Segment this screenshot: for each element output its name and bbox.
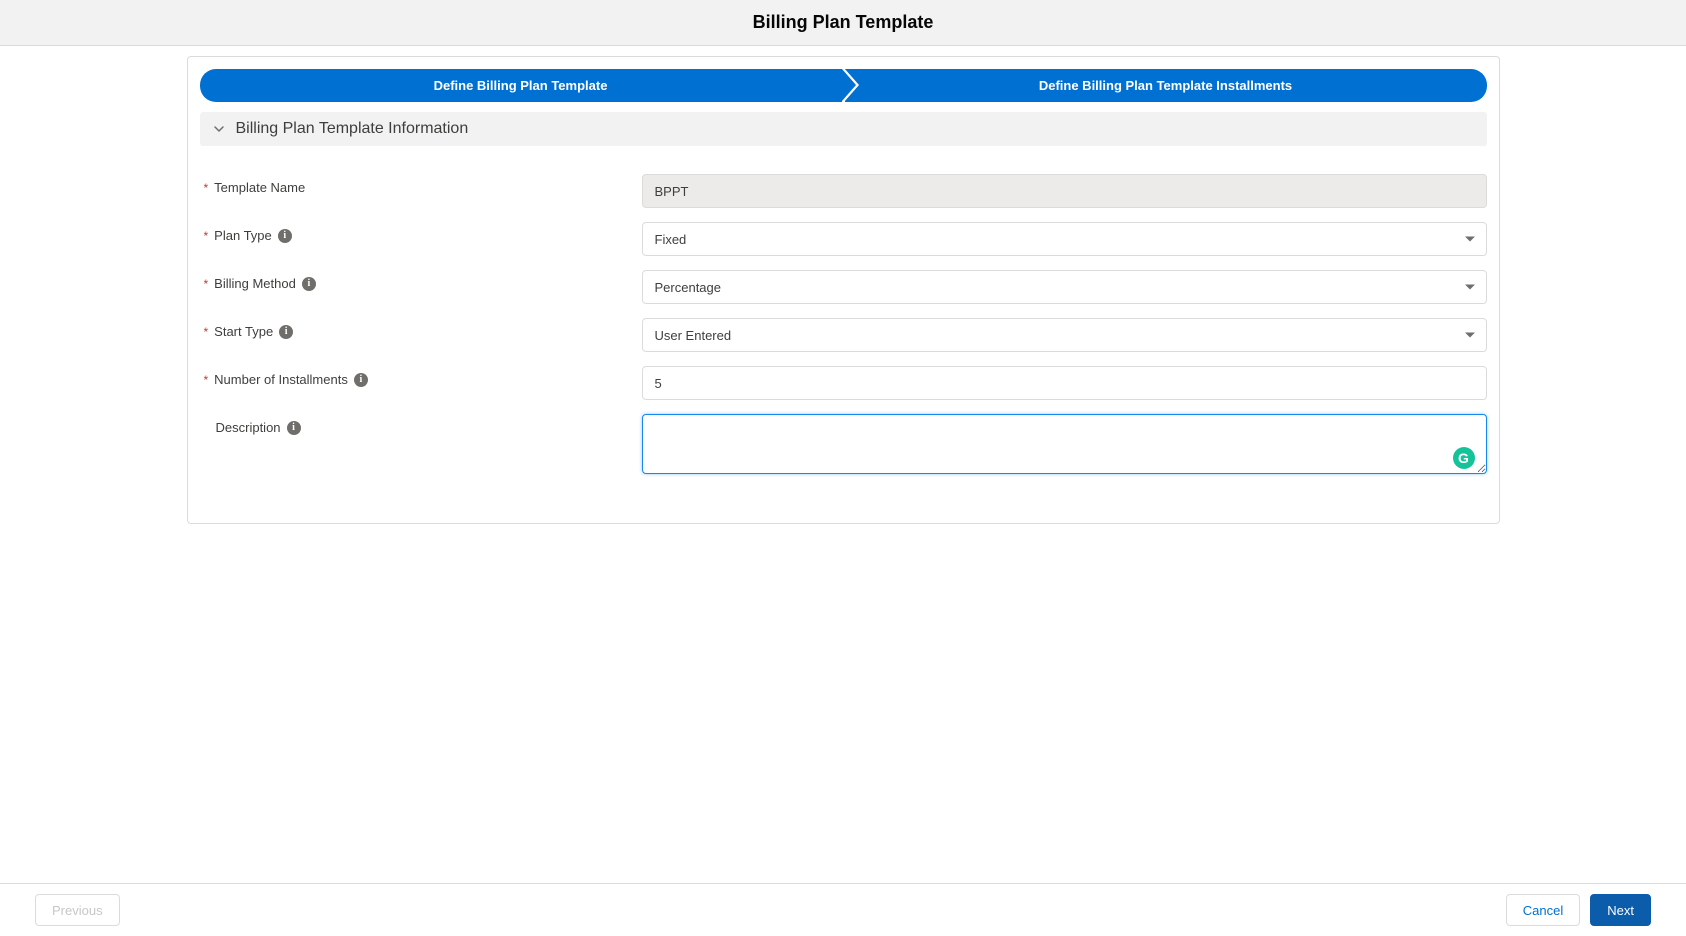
start-type-select[interactable]: User Entered: [642, 318, 1487, 352]
label-cell: * Plan Type i: [204, 222, 642, 243]
label-cell: * Billing Method i: [204, 270, 642, 291]
plan-type-select[interactable]: Fixed: [642, 222, 1487, 256]
required-marker: *: [204, 229, 209, 243]
row-plan-type: * Plan Type i Fixed: [200, 222, 1487, 256]
info-icon[interactable]: i: [302, 277, 316, 291]
required-marker: *: [204, 277, 209, 291]
row-number-installments: * Number of Installments i: [200, 366, 1487, 400]
header-bar: Billing Plan Template: [0, 0, 1686, 46]
info-icon[interactable]: i: [278, 229, 292, 243]
input-cell: G: [642, 414, 1487, 477]
progress-step-define-installments[interactable]: Define Billing Plan Template Installment…: [845, 69, 1487, 102]
info-icon[interactable]: i: [287, 421, 301, 435]
info-icon[interactable]: i: [279, 325, 293, 339]
required-marker: *: [204, 325, 209, 339]
select-value: User Entered: [655, 328, 732, 343]
billing-method-select[interactable]: Percentage: [642, 270, 1487, 304]
content-container: Define Billing Plan Template Define Bill…: [152, 56, 1535, 524]
field-label: Billing Method: [214, 276, 296, 291]
cancel-button[interactable]: Cancel: [1506, 894, 1580, 926]
label-cell: * Template Name: [204, 174, 642, 195]
footer-right: Cancel Next: [1506, 894, 1651, 926]
field-label: Number of Installments: [214, 372, 348, 387]
progress-step-define-template[interactable]: Define Billing Plan Template: [200, 69, 842, 102]
label-cell: * Start Type i: [204, 318, 642, 339]
select-wrapper: Fixed: [642, 222, 1487, 256]
select-value: Fixed: [655, 232, 687, 247]
chevron-down-icon: [212, 122, 226, 136]
page-title: Billing Plan Template: [0, 12, 1686, 33]
row-template-name: * Template Name: [200, 174, 1487, 208]
field-label: Plan Type: [214, 228, 272, 243]
input-cell: Fixed: [642, 222, 1487, 256]
input-cell: User Entered: [642, 318, 1487, 352]
field-label: Description: [216, 420, 281, 435]
section-header[interactable]: Billing Plan Template Information: [200, 112, 1487, 146]
required-marker: *: [204, 373, 209, 387]
number-installments-input[interactable]: [642, 366, 1487, 400]
select-wrapper: User Entered: [642, 318, 1487, 352]
row-billing-method: * Billing Method i Percentage: [200, 270, 1487, 304]
form-area: * Template Name * Plan Type i Fixed: [200, 146, 1487, 477]
template-name-input[interactable]: [642, 174, 1487, 208]
label-cell: * Number of Installments i: [204, 366, 642, 387]
description-textarea[interactable]: [642, 414, 1487, 474]
field-label: Start Type: [214, 324, 273, 339]
input-cell: [642, 366, 1487, 400]
required-marker: *: [204, 181, 209, 195]
next-button[interactable]: Next: [1590, 894, 1651, 926]
textarea-wrapper: G: [642, 414, 1487, 477]
label-cell: Description i: [204, 414, 642, 435]
info-icon[interactable]: i: [354, 373, 368, 387]
form-card: Define Billing Plan Template Define Bill…: [187, 56, 1500, 524]
field-label: Template Name: [214, 180, 305, 195]
footer-bar: Previous Cancel Next: [0, 883, 1686, 936]
progress-step-label: Define Billing Plan Template Installment…: [1039, 78, 1292, 93]
row-start-type: * Start Type i User Entered: [200, 318, 1487, 352]
section-title: Billing Plan Template Information: [236, 120, 469, 138]
select-value: Percentage: [655, 280, 722, 295]
input-cell: Percentage: [642, 270, 1487, 304]
previous-button[interactable]: Previous: [35, 894, 120, 926]
input-cell: [642, 174, 1487, 208]
progress-bar: Define Billing Plan Template Define Bill…: [200, 69, 1487, 102]
row-description: Description i G: [200, 414, 1487, 477]
select-wrapper: Percentage: [642, 270, 1487, 304]
progress-step-label: Define Billing Plan Template: [434, 78, 608, 93]
